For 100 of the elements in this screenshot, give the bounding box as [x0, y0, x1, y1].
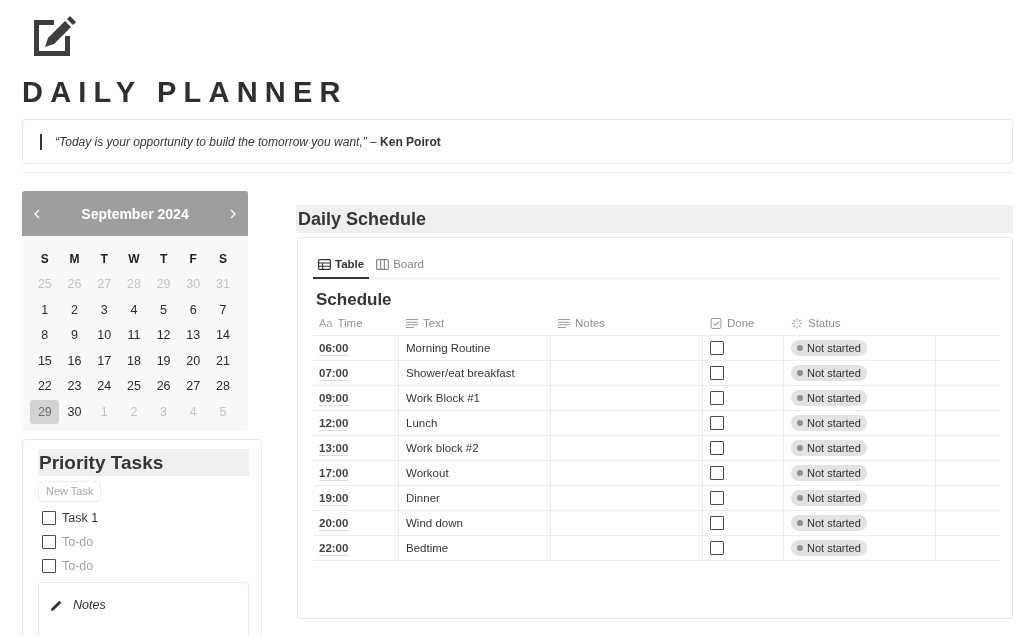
time-label[interactable]: 20:00: [319, 515, 349, 531]
time-label[interactable]: 22:00: [319, 540, 349, 556]
calendar-day[interactable]: 19: [149, 348, 179, 373]
calendar-day[interactable]: 22: [30, 374, 60, 399]
calendar-day[interactable]: 27: [178, 374, 208, 399]
quote-text: “Today is your opportunity to build the tomorrow you want,” – Ken Poirot: [55, 134, 441, 149]
checkbox[interactable]: [710, 341, 724, 355]
spinner-icon: [791, 317, 803, 329]
status-label: Not started: [807, 442, 861, 454]
calendar-day[interactable]: 12: [149, 323, 179, 348]
checkbox[interactable]: [42, 558, 56, 573]
calendar-day[interactable]: 29: [30, 399, 60, 424]
previous-month-button[interactable]: [34, 208, 40, 219]
weekday-label: W: [128, 251, 140, 266]
calendar-day[interactable]: 28: [208, 374, 238, 399]
calendar-day[interactable]: 1: [30, 297, 60, 322]
status-dot: [797, 370, 803, 376]
status-dot: [797, 520, 803, 526]
time-label[interactable]: 09:00: [319, 390, 349, 406]
table-cell: Work Block #1: [399, 386, 551, 410]
checkbox[interactable]: [42, 534, 56, 549]
status-label: Not started: [807, 492, 861, 504]
calendar-day[interactable]: 23: [60, 374, 90, 399]
checkbox[interactable]: [710, 541, 724, 555]
weekday-label: S: [40, 251, 49, 266]
status-dot: [797, 345, 803, 351]
table-cell: Wind down: [399, 511, 551, 535]
calendar-day[interactable]: 20: [178, 348, 208, 373]
calendar-day[interactable]: 18: [119, 348, 149, 373]
checkbox[interactable]: [710, 391, 724, 405]
text-lines-icon: [558, 317, 570, 329]
table-cell: Bedtime: [399, 536, 551, 560]
checkbox[interactable]: [710, 466, 724, 480]
calendar-day[interactable]: 14: [208, 323, 238, 348]
calendar-day[interactable]: 25: [119, 374, 149, 399]
table-title: Schedule: [316, 289, 392, 311]
section-heading: Daily Schedule: [296, 205, 1013, 233]
table-cell: Workout: [399, 461, 551, 485]
pencil-icon: [50, 598, 63, 612]
checkbox[interactable]: [710, 416, 724, 430]
notes-title: Notes: [73, 597, 106, 612]
time-label[interactable]: 13:00: [319, 440, 349, 456]
next-month-button[interactable]: [230, 208, 236, 219]
checkbox[interactable]: [710, 491, 724, 505]
calendar-day[interactable]: 17: [89, 348, 119, 373]
checkbox[interactable]: [710, 516, 724, 530]
calendar-day[interactable]: 5: [149, 297, 179, 322]
calendar-day[interactable]: 24: [89, 374, 119, 399]
table-cell: Lunch: [399, 411, 551, 435]
table-cell: Work block #2: [399, 436, 551, 460]
checkbox[interactable]: [42, 510, 56, 525]
time-label[interactable]: 19:00: [319, 490, 349, 506]
calendar-day[interactable]: 4: [119, 297, 149, 322]
calendar-day[interactable]: 16: [60, 348, 90, 373]
status-tag[interactable]: Not started: [791, 365, 867, 381]
status-tag[interactable]: Not started: [791, 515, 867, 531]
status-label: Not started: [807, 542, 861, 554]
status-tag[interactable]: Not started: [791, 465, 867, 481]
status-dot: [797, 420, 803, 426]
view-tab[interactable]: Table: [313, 251, 370, 279]
view-tab[interactable]: Board: [371, 251, 429, 279]
status-dot: [797, 470, 803, 476]
task-label: Task 1: [62, 510, 99, 525]
columns-icon: [376, 258, 390, 270]
status-dot: [797, 545, 803, 551]
calendar-day[interactable]: 26: [149, 374, 179, 399]
time-label[interactable]: 06:00: [319, 340, 349, 356]
checkbox[interactable]: [710, 366, 724, 380]
column-header[interactable]: Aa Time: [313, 311, 399, 335]
calendar-day[interactable]: 30: [60, 399, 90, 424]
checkbox[interactable]: [710, 441, 724, 455]
status-tag[interactable]: Not started: [791, 440, 867, 456]
calendar-day[interactable]: 2: [60, 297, 90, 322]
calendar-day[interactable]: 9: [60, 323, 90, 348]
status-tag[interactable]: Not started: [791, 390, 867, 406]
calendar-day[interactable]: 8: [30, 323, 60, 348]
calendar-day[interactable]: 21: [208, 348, 238, 373]
calendar-day[interactable]: 6: [178, 297, 208, 322]
time-label[interactable]: 17:00: [319, 465, 349, 481]
month-label: September 2024: [81, 205, 189, 222]
status-tag[interactable]: Not started: [791, 490, 867, 506]
status-tag[interactable]: Not started: [791, 540, 867, 556]
table-cell: Shower/eat breakfast: [399, 361, 551, 385]
status-tag[interactable]: Not started: [791, 415, 867, 431]
calendar-day[interactable]: 3: [89, 297, 119, 322]
table-icon: [318, 258, 331, 270]
time-label[interactable]: 07:00: [319, 365, 349, 381]
status-label: Not started: [807, 367, 861, 379]
table-cell: Dinner: [399, 486, 551, 510]
time-label[interactable]: 12:00: [319, 415, 349, 431]
status-label: Not started: [807, 517, 861, 529]
status-label: Not started: [807, 417, 861, 429]
calendar-day[interactable]: 10: [89, 323, 119, 348]
calendar-day[interactable]: 11: [119, 323, 149, 348]
weekday-label: F: [189, 251, 197, 266]
calendar-day[interactable]: 13: [178, 323, 208, 348]
calendar-day[interactable]: 7: [208, 297, 238, 322]
weekday-label: S: [218, 251, 227, 266]
calendar-day[interactable]: 15: [30, 348, 60, 373]
status-tag[interactable]: Not started: [791, 340, 867, 356]
